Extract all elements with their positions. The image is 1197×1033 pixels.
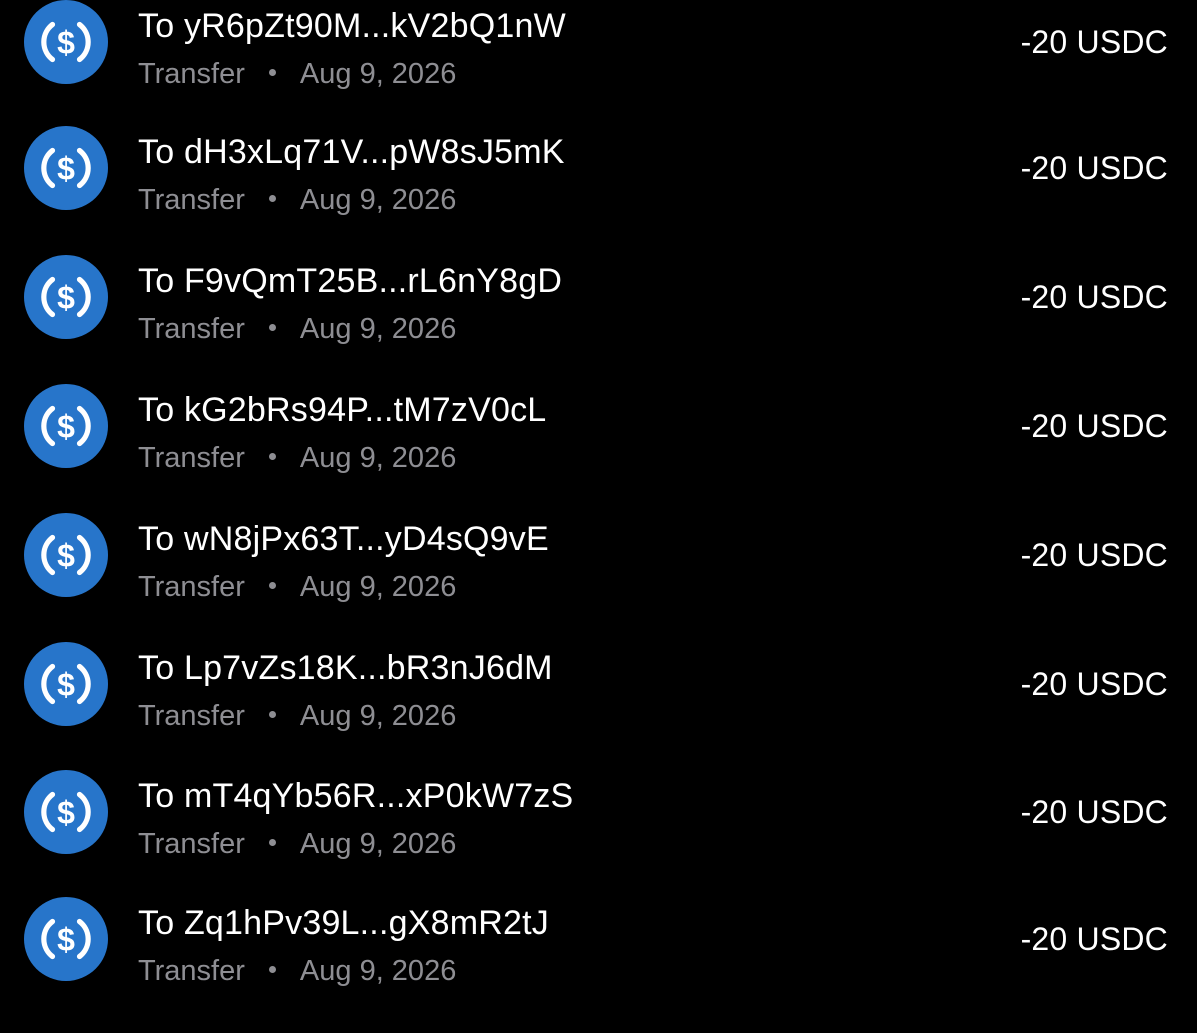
separator-dot [268,68,276,76]
transaction-recipient: To mT4qYb56R...xP0kW7zS [138,777,574,815]
usdc-coin-icon: $ [24,126,108,210]
separator-dot [268,838,276,846]
transaction-recipient: To kG2bRs94P...tM7zV0cL [138,391,547,429]
transaction-amount: -20 USDC [1020,150,1168,186]
transaction-amount: -20 USDC [1020,794,1168,830]
transaction-type: Transfer [138,571,245,603]
usdc-coin-icon: $ [24,770,108,854]
transaction-meta: Transfer Aug 9, 2026 [138,56,456,92]
transaction-date: Aug 9, 2026 [299,571,457,603]
transaction-meta: Transfer Aug 9, 2026 [138,698,456,734]
transaction-recipient: To dH3xLq71V...pW8sJ5mK [138,133,565,171]
transaction-type: Transfer [138,442,245,474]
transaction-amount: -20 USDC [1020,921,1168,957]
transaction-row[interactable]: $ To wN8jPx63T...yD4sQ9vE Transfer Aug 9,… [0,513,1197,623]
svg-text:$: $ [57,795,75,831]
transaction-amount: -20 USDC [1020,666,1168,702]
transaction-recipient: To F9vQmT25B...rL6nY8gD [138,262,563,300]
svg-text:$: $ [57,538,75,574]
transaction-meta: Transfer Aug 9, 2026 [138,826,456,862]
usdc-coin-icon: $ [24,897,108,981]
transaction-row[interactable]: $ To mT4qYb56R...xP0kW7zS Transfer Aug 9,… [0,770,1197,880]
transaction-date: Aug 9, 2026 [299,955,457,987]
svg-text:$: $ [57,667,75,703]
separator-dot [268,710,276,718]
transaction-row[interactable]: $ To Lp7vZs18K...bR3nJ6dM Transfer Aug 9,… [0,642,1197,752]
transaction-recipient: To Zq1hPv39L...gX8mR2tJ [138,904,549,942]
transaction-meta: Transfer Aug 9, 2026 [138,182,456,218]
transaction-row[interactable]: $ To Zq1hPv39L...gX8mR2tJ Transfer Aug 9,… [0,897,1197,1007]
usdc-coin-icon: $ [24,642,108,726]
separator-dot [268,194,276,202]
transaction-date: Aug 9, 2026 [299,828,457,860]
transaction-row[interactable]: $ To dH3xLq71V...pW8sJ5mK Transfer Aug 9,… [0,126,1197,236]
transaction-recipient: To yR6pZt90M...kV2bQ1nW [138,7,566,45]
transaction-row[interactable]: $ To F9vQmT25B...rL6nY8gD Transfer Aug 9,… [0,255,1197,365]
transaction-meta: Transfer Aug 9, 2026 [138,569,456,605]
transaction-date: Aug 9, 2026 [299,700,457,732]
usdc-coin-icon: $ [24,513,108,597]
transaction-amount: -20 USDC [1020,279,1168,315]
separator-dot [268,452,276,460]
usdc-coin-icon: $ [24,0,108,84]
transaction-amount: -20 USDC [1020,537,1168,573]
svg-text:$: $ [57,25,75,61]
transaction-row[interactable]: $ To kG2bRs94P...tM7zV0cL Transfer Aug 9,… [0,384,1197,494]
usdc-coin-icon: $ [24,384,108,468]
svg-text:$: $ [57,409,75,445]
svg-text:$: $ [57,151,75,187]
transaction-type: Transfer [138,828,245,860]
transaction-amount: -20 USDC [1020,24,1168,60]
transaction-type: Transfer [138,58,245,90]
transaction-type: Transfer [138,313,245,345]
transaction-row[interactable]: $ To yR6pZt90M...kV2bQ1nW Transfer Aug 9,… [0,0,1197,110]
transaction-meta: Transfer Aug 9, 2026 [138,440,456,476]
transaction-date: Aug 9, 2026 [299,313,457,345]
separator-dot [268,323,276,331]
transaction-meta: Transfer Aug 9, 2026 [138,953,456,989]
transaction-type: Transfer [138,700,245,732]
svg-text:$: $ [57,280,75,316]
transaction-list: $ To yR6pZt90M...kV2bQ1nW Transfer Aug 9,… [0,0,1197,1033]
transaction-recipient: To Lp7vZs18K...bR3nJ6dM [138,649,553,687]
separator-dot [268,965,276,973]
svg-text:$: $ [57,922,75,958]
transaction-meta: Transfer Aug 9, 2026 [138,311,456,347]
transaction-type: Transfer [138,184,245,216]
transaction-date: Aug 9, 2026 [299,442,457,474]
transaction-recipient: To wN8jPx63T...yD4sQ9vE [138,520,549,558]
transaction-amount: -20 USDC [1020,408,1168,444]
transaction-date: Aug 9, 2026 [299,184,457,216]
transaction-date: Aug 9, 2026 [299,58,457,90]
transaction-type: Transfer [138,955,245,987]
usdc-coin-icon: $ [24,255,108,339]
separator-dot [268,581,276,589]
